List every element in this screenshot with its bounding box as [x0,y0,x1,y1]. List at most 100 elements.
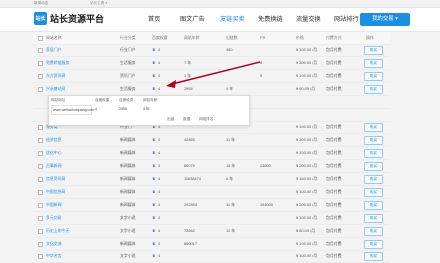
logo-text: 站长资源平台 [50,14,105,24]
row-pay: 包月付费 [326,214,342,220]
buy-button[interactable]: 购买 [364,226,383,236]
row-checkbox[interactable] [38,164,43,170]
my-trade-button[interactable]: 我的交易 ▾ [360,13,410,26]
row-category: 新闻媒体 [120,163,136,169]
row-category: 新闻媒体 [120,240,136,246]
row-checkbox[interactable] [38,48,43,53]
select-all-checkbox[interactable] [38,36,43,41]
buy-button[interactable]: 购买 [364,200,383,210]
row-name[interactable]: 中国信息网 [46,186,65,198]
row-outlinks: 6 年 [226,176,234,181]
row-name[interactable]: 文化交流 [46,238,62,250]
row-pr: 5 [260,72,263,78]
buy-button[interactable]: 购买 [364,71,383,81]
row-name[interactable]: 中华名言 [46,250,62,262]
buy-button[interactable]: 购买 [364,252,383,262]
row-name[interactable]: 信息资讯网 [46,173,65,185]
row-age: 72662 [184,227,195,233]
topbar-news-link[interactable]: 新闻动态 [34,1,48,6]
nav-item-ads[interactable]: 图文广告 [180,8,220,31]
table-row: 百事新闻 新闻媒体 ♛ 4 86075 19 年 23800 ¥ 200.00 /月 包月付费 购… [34,160,390,174]
baidu-weight-icon: ♛ [152,176,156,181]
row-category: 新闻媒体 [120,188,136,194]
row-pay: 包月付费 [326,240,342,246]
buy-button[interactable]: 购买 [364,162,383,172]
popup-pr-label: 网络排名 [199,117,214,121]
row-checkbox[interactable] [38,241,43,247]
buy-button[interactable]: 购买 [364,136,383,146]
table-row: 文化交流 新闻媒体 ♛ 4 860017 ¥ 100.00 /月 包月付费 购买 [34,238,390,251]
table-row: 免费综链服务 生活服务 ♛ 4 7 年 5 ¥ 300.00 /月 包月付费 购买 [34,57,390,70]
row-name[interactable]: 家居门户 [46,44,62,56]
row-weight: 4 [158,214,161,220]
popup-age-label: 网站年龄 [143,98,158,102]
buy-button[interactable]: 购买 [364,58,383,68]
buy-button[interactable]: 购买 [364,213,383,223]
row-category: 生活服务 [120,85,136,91]
row-name[interactable]: 中国新闻 [46,199,62,211]
row-checkbox[interactable] [38,125,43,131]
row-age: 7 年 [184,59,192,65]
baidu-weight-icon: ♛ [152,188,156,194]
row-name[interactable]: 兴永基站网 [46,83,65,95]
row-name[interactable]: 东方资讯网 [46,70,65,82]
row-checkbox[interactable] [38,60,43,66]
table-row: 信息资讯网 新闻媒体 ♛ 4 11638474 6 年 ¥ 160.00 /月 包月付费 购买 [34,173,390,186]
buy-button[interactable]: 购买 [364,123,383,133]
row-category: 资讯门户 [120,72,136,78]
row-price: ¥ 100.00 /月 [296,124,318,130]
baidu-weight-icon: ♛ [152,59,156,65]
buy-button[interactable]: 购买 [364,149,383,159]
nav-item-traffic[interactable]: 流量交换 [296,8,334,31]
popup-out-label: 出链 [167,117,175,121]
site-logo[interactable]: 站长 站长资源平台 [34,11,104,26]
row-checkbox[interactable] [38,254,43,260]
topbar-tools-menu[interactable]: 站长工具 ▾ [90,1,107,6]
popup-url-value[interactable]: www.weihaihuiquang.com [51,105,94,115]
popup-rank-label: 百度权重 [95,98,110,102]
row-checkbox[interactable] [38,228,43,234]
row-name[interactable]: 百事新闻 [46,160,62,172]
col-category: 行业分类 [120,35,136,40]
row-price: ¥ 200.00 /月 [296,163,318,169]
row-name[interactable]: 优化中心 [46,147,62,159]
logo-mark: 站长 [34,12,47,25]
col-action: 操作 [366,35,374,40]
row-checkbox[interactable] [38,177,43,182]
row-checkbox[interactable] [38,202,43,208]
baidu-weight-icon: ♛ [152,201,156,207]
row-pay: 包月付费 [326,188,342,194]
row-checkbox[interactable] [38,73,43,79]
buy-button[interactable]: 购买 [364,46,383,55]
row-checkbox[interactable] [38,189,43,195]
row-name[interactable]: 免费综链服务 [46,57,69,69]
row-pr: 5 [260,59,263,65]
row-category: 行业门户 [120,47,136,52]
row-age: 42855 [184,137,195,143]
table-row: 家居门户 行业门户 ♛ 4 480 ¥ 100.00 /月 包月付费 购买 [34,44,390,57]
row-name[interactable]: 历史上的今天 [46,225,69,237]
row-age: 86075 [184,163,195,169]
nav-item-home[interactable]: 首页 [148,8,180,31]
row-checkbox[interactable] [38,138,43,144]
row-checkbox[interactable] [38,86,43,92]
row-weight: 4 [158,253,161,259]
nav-item-links[interactable]: 友链买卖 [220,8,258,31]
buy-button[interactable]: 购买 [364,175,383,184]
row-age: 1 年 [184,72,192,78]
row-name[interactable]: 经济信息 [46,134,62,146]
row-checkbox[interactable] [38,151,43,157]
row-pay: 包月付费 [326,47,342,52]
row-pay: 包月付费 [326,59,342,65]
nav-item-exchange[interactable]: 免费换链 [258,8,296,31]
row-pay: 包月付费 [326,201,342,207]
row-checkbox[interactable] [38,215,43,221]
baidu-weight-icon: ♛ [152,227,156,233]
buy-button[interactable]: 购买 [364,239,383,249]
row-weight: 4 [158,176,161,181]
row-price: ¥ 100.00 /月 [296,188,318,194]
buy-button[interactable]: 购买 [364,84,383,94]
buy-button[interactable]: 购买 [364,187,383,197]
row-name[interactable]: 多元交易 [46,212,62,224]
row-price: ¥ 80.00 /月 [296,227,316,233]
